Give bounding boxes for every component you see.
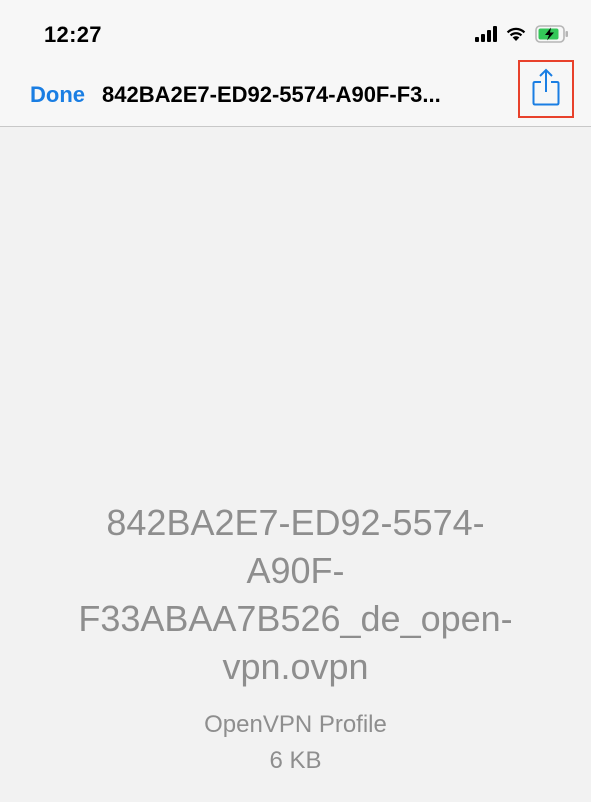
file-size: 6 KB xyxy=(269,747,322,774)
file-name: 842BA2E7-ED92-5574- A90F- F33ABAA7B526_d… xyxy=(40,499,551,691)
share-button[interactable] xyxy=(518,60,574,118)
document-title: 842BA2E7-ED92-5574-A90F-F3... xyxy=(102,82,441,107)
share-icon xyxy=(532,68,560,111)
status-icons xyxy=(475,24,569,48)
status-time: 12:27 xyxy=(44,22,102,47)
navigation-bar: Done 842BA2E7-ED92-5574-A90F-F3... xyxy=(0,66,591,127)
file-type: OpenVPN Profile xyxy=(204,711,387,738)
file-name-line: 842BA2E7-ED92-5574- xyxy=(106,502,485,543)
file-name-line: A90F- xyxy=(246,550,345,591)
cellular-signal-icon xyxy=(475,25,497,47)
document-preview: 842BA2E7-ED92-5574- A90F- F33ABAA7B526_d… xyxy=(0,127,591,802)
battery-charging-icon xyxy=(535,24,569,48)
file-name-line: F33ABAA7B526_de_open- xyxy=(78,598,513,639)
file-name-line: vpn.ovpn xyxy=(222,646,369,687)
done-button[interactable]: Done xyxy=(30,82,85,108)
wifi-icon xyxy=(505,26,527,47)
status-bar: 12:27 xyxy=(0,0,591,66)
